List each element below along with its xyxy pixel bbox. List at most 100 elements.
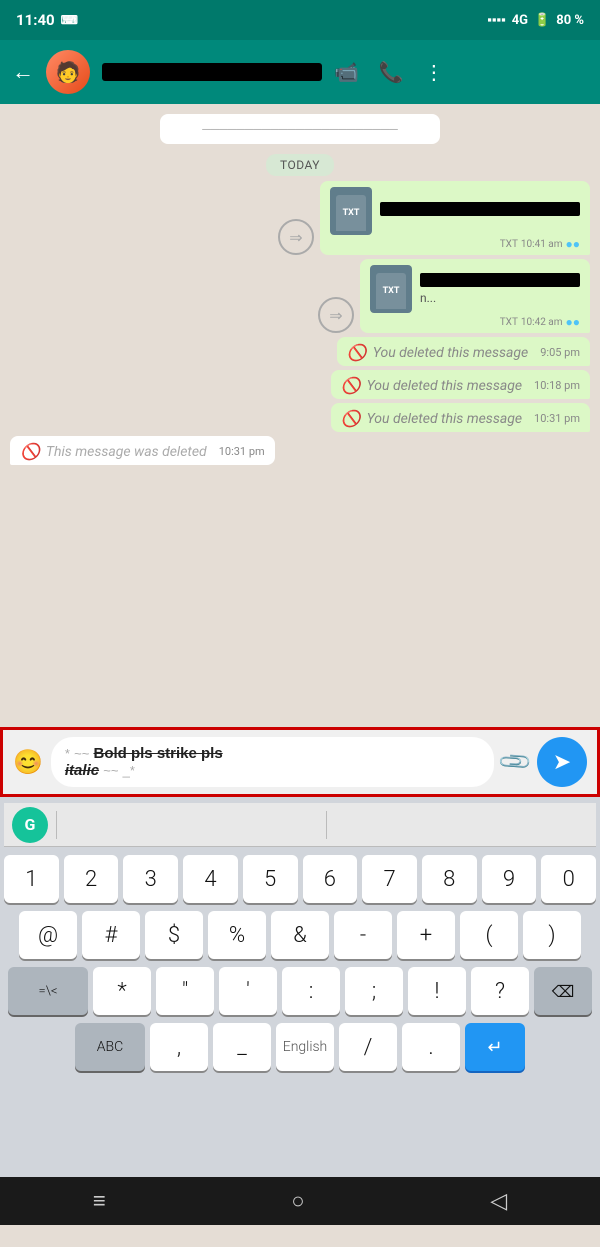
marker-star-end: _* xyxy=(123,763,135,778)
key-equals-slash[interactable]: =\< xyxy=(8,967,88,1015)
number-key-row: 1 2 3 4 5 6 7 8 9 0 xyxy=(4,855,596,903)
status-bar-right: ▪▪▪▪ 4G 🔋 80 % xyxy=(487,12,584,28)
suggestions-row: G xyxy=(4,803,596,847)
attachment-button[interactable]: 📎 xyxy=(497,743,534,780)
send-button[interactable]: ➤ xyxy=(537,737,587,787)
bold-strike-text: Bold pls strike pls xyxy=(93,745,222,762)
key-8[interactable]: 8 xyxy=(422,855,477,903)
key-exclaim[interactable]: ! xyxy=(408,967,466,1015)
key-at[interactable]: @ xyxy=(19,911,77,959)
key-hash[interactable]: # xyxy=(82,911,140,959)
key-enter[interactable]: ↵ xyxy=(465,1023,525,1071)
key-dollar[interactable]: $ xyxy=(145,911,203,959)
today-label: TODAY xyxy=(266,154,334,176)
deleted-text: You deleted this message xyxy=(367,378,522,394)
file-content: TXT n... xyxy=(370,265,580,313)
key-lparen[interactable]: ( xyxy=(460,911,518,959)
input-content: * ~~ Bold pls strike pls italic ~~ _* xyxy=(65,745,223,779)
key-0[interactable]: 0 xyxy=(541,855,596,903)
time-display: 11:40 xyxy=(16,11,55,29)
message-time: TXT 10:41 am ●● xyxy=(330,237,580,251)
key-9[interactable]: 9 xyxy=(482,855,537,903)
file-message-1: TXT TXT 10:41 am ●● xyxy=(320,181,590,255)
key-backspace[interactable]: ⌫ xyxy=(534,967,592,1015)
message-row: ⇒ TXT TXT 10:41 am ●● xyxy=(10,181,590,255)
key-4[interactable]: 4 xyxy=(183,855,238,903)
message-input-area: 😊 * ~~ Bold pls strike pls italic ~~ _* … xyxy=(0,727,600,797)
deleted-content: 🚫 You deleted this message 9:05 pm xyxy=(347,343,580,362)
divider xyxy=(56,811,57,839)
network-type: 4G xyxy=(512,13,528,28)
key-minus[interactable]: - xyxy=(334,911,392,959)
key-underscore[interactable]: _ xyxy=(213,1023,271,1071)
status-bar: 11:40 ⌨ ▪▪▪▪ 4G 🔋 80 % xyxy=(0,0,600,40)
keyboard-icon: ⌨ xyxy=(61,13,78,27)
key-7[interactable]: 7 xyxy=(362,855,417,903)
key-semicolon[interactable]: ; xyxy=(345,967,403,1015)
chat-header: ← 🧑 📹 📞 ⋮ xyxy=(0,40,600,104)
filename-suffix: n... xyxy=(420,291,580,305)
key-1[interactable]: 1 xyxy=(4,855,59,903)
key-abc[interactable]: ABC xyxy=(75,1023,145,1071)
keyboard: G 1 2 3 4 5 6 7 8 9 0 @ # $ % & - + ( ) … xyxy=(0,797,600,1177)
send-icon: ➤ xyxy=(553,750,571,775)
read-ticks: ●● xyxy=(566,237,581,251)
key-colon[interactable]: : xyxy=(282,967,340,1015)
key-question[interactable]: ? xyxy=(471,967,529,1015)
key-6[interactable]: 6 xyxy=(303,855,358,903)
back-button[interactable]: ← xyxy=(12,59,34,85)
message-row: 🚫 You deleted this message 10:31 pm xyxy=(10,403,590,432)
deleted-text: You deleted this message xyxy=(367,411,522,427)
nav-home-button[interactable]: ○ xyxy=(291,1188,304,1214)
deleted-message-1: 🚫 You deleted this message 9:05 pm xyxy=(337,337,590,366)
time-text: 10:18 pm xyxy=(534,379,580,392)
voice-call-icon[interactable]: 📞 xyxy=(379,60,404,84)
nav-back-button[interactable]: ◁ xyxy=(490,1189,507,1214)
read-ticks: ●● xyxy=(566,315,581,329)
key-2[interactable]: 2 xyxy=(64,855,119,903)
forward-icon[interactable]: ⇒ xyxy=(278,219,314,255)
avatar-image: 🧑 xyxy=(46,50,90,94)
file-info: n... xyxy=(420,273,580,305)
key-period[interactable]: . xyxy=(402,1023,460,1071)
today-badge: TODAY xyxy=(10,154,590,173)
key-doublequote[interactable]: " xyxy=(156,967,214,1015)
file-type-text: TXT xyxy=(500,317,518,328)
marker-star: * xyxy=(65,746,70,761)
key-comma[interactable]: , xyxy=(150,1023,208,1071)
more-options-icon[interactable]: ⋮ xyxy=(424,60,444,84)
divider xyxy=(326,811,327,839)
header-action-icons: 📹 📞 ⋮ xyxy=(334,60,444,84)
key-slash[interactable]: / xyxy=(339,1023,397,1071)
key-asterisk[interactable]: * xyxy=(93,967,151,1015)
key-5[interactable]: 5 xyxy=(243,855,298,903)
file-content: TXT xyxy=(330,187,580,235)
message-text-input[interactable]: * ~~ Bold pls strike pls italic ~~ _* xyxy=(51,737,494,787)
key-rparen[interactable]: ) xyxy=(523,911,581,959)
forward-icon[interactable]: ⇒ xyxy=(318,297,354,333)
contact-avatar[interactable]: 🧑 xyxy=(46,50,90,94)
video-call-icon[interactable]: 📹 xyxy=(334,60,359,84)
file-type-label: TXT xyxy=(336,195,366,231)
key-percent[interactable]: % xyxy=(208,911,266,959)
key-ampersand[interactable]: & xyxy=(271,911,329,959)
grammarly-button[interactable]: G xyxy=(12,807,48,843)
deleted-content: 🚫 You deleted this message 10:18 pm xyxy=(341,376,580,395)
bottom-key-row: ABC , _ English / . ↵ xyxy=(4,1023,596,1071)
battery-level: 80 % xyxy=(556,13,584,28)
symbol-key-row-1: @ # $ % & - + ( ) xyxy=(4,911,596,959)
filename-redacted xyxy=(380,202,580,216)
status-bar-left: 11:40 ⌨ xyxy=(16,11,78,29)
key-3[interactable]: 3 xyxy=(123,855,178,903)
key-plus[interactable]: + xyxy=(397,911,455,959)
key-space[interactable]: English xyxy=(276,1023,334,1071)
contact-name-redacted xyxy=(102,63,322,81)
emoji-button[interactable]: 😊 xyxy=(13,748,43,776)
key-singlequote[interactable]: ' xyxy=(219,967,277,1015)
nav-menu-button[interactable]: ≡ xyxy=(93,1188,106,1214)
deleted-icon: 🚫 xyxy=(341,376,361,395)
filename-redacted xyxy=(420,273,580,287)
message-row: 🚫 You deleted this message 9:05 pm xyxy=(10,337,590,366)
deleted-message-3: 🚫 You deleted this message 10:31 pm xyxy=(331,403,590,432)
italic-text: italic xyxy=(65,762,99,779)
